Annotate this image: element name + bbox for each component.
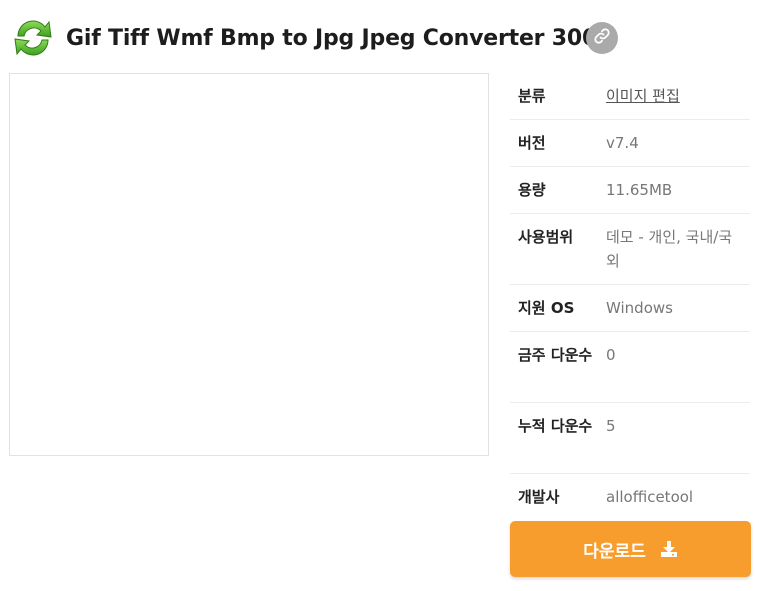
info-label: 개발사 [518, 488, 560, 506]
screenshot-preview [9, 73, 489, 456]
info-row-developer: 개발사 allofficetool [510, 474, 750, 521]
info-row-os: 지원 OS Windows [510, 285, 750, 332]
download-icon [660, 540, 678, 558]
info-table: 분류 이미지 편집 버전 v7.4 용량 11.65MB 사용범위 데모 - 개… [510, 73, 750, 521]
link-icon [593, 27, 611, 49]
info-row-total-downloads: 누적 다운수 5 [510, 403, 750, 474]
info-label: 누적 다운수 [518, 417, 593, 435]
info-value: Windows [606, 299, 673, 317]
info-value: 데모 - 개인, 국내/국외 [606, 228, 733, 270]
info-label: 분류 [518, 87, 546, 105]
refresh-arrows-icon [10, 15, 56, 61]
download-button[interactable]: 다운로드 [510, 521, 751, 577]
info-value: allofficetool [606, 488, 694, 506]
page-header: Gif Tiff Wmf Bmp to Jpg Jpeg Converter 3… [10, 12, 612, 64]
info-row-category: 분류 이미지 편집 [510, 73, 750, 120]
info-value: 11.65MB [606, 181, 673, 199]
info-value: v7.4 [606, 134, 639, 152]
info-label: 금주 다운수 [518, 346, 593, 364]
info-label: 지원 OS [518, 299, 575, 317]
info-label: 버전 [518, 134, 546, 152]
copy-link-button[interactable] [586, 22, 618, 54]
category-link[interactable]: 이미지 편집 [598, 84, 750, 119]
info-row-license: 사용범위 데모 - 개인, 국내/국외 [510, 214, 750, 285]
info-label: 용량 [518, 181, 546, 199]
info-row-size: 용량 11.65MB [510, 167, 750, 214]
info-value: 5 [606, 417, 616, 435]
info-value: 0 [606, 346, 616, 364]
info-row-weekly-downloads: 금주 다운수 0 [510, 332, 750, 403]
info-row-version: 버전 v7.4 [510, 120, 750, 167]
download-label: 다운로드 [583, 541, 646, 562]
page-title: Gif Tiff Wmf Bmp to Jpg Jpeg Converter 3… [66, 25, 613, 51]
info-label: 사용범위 [518, 228, 574, 246]
